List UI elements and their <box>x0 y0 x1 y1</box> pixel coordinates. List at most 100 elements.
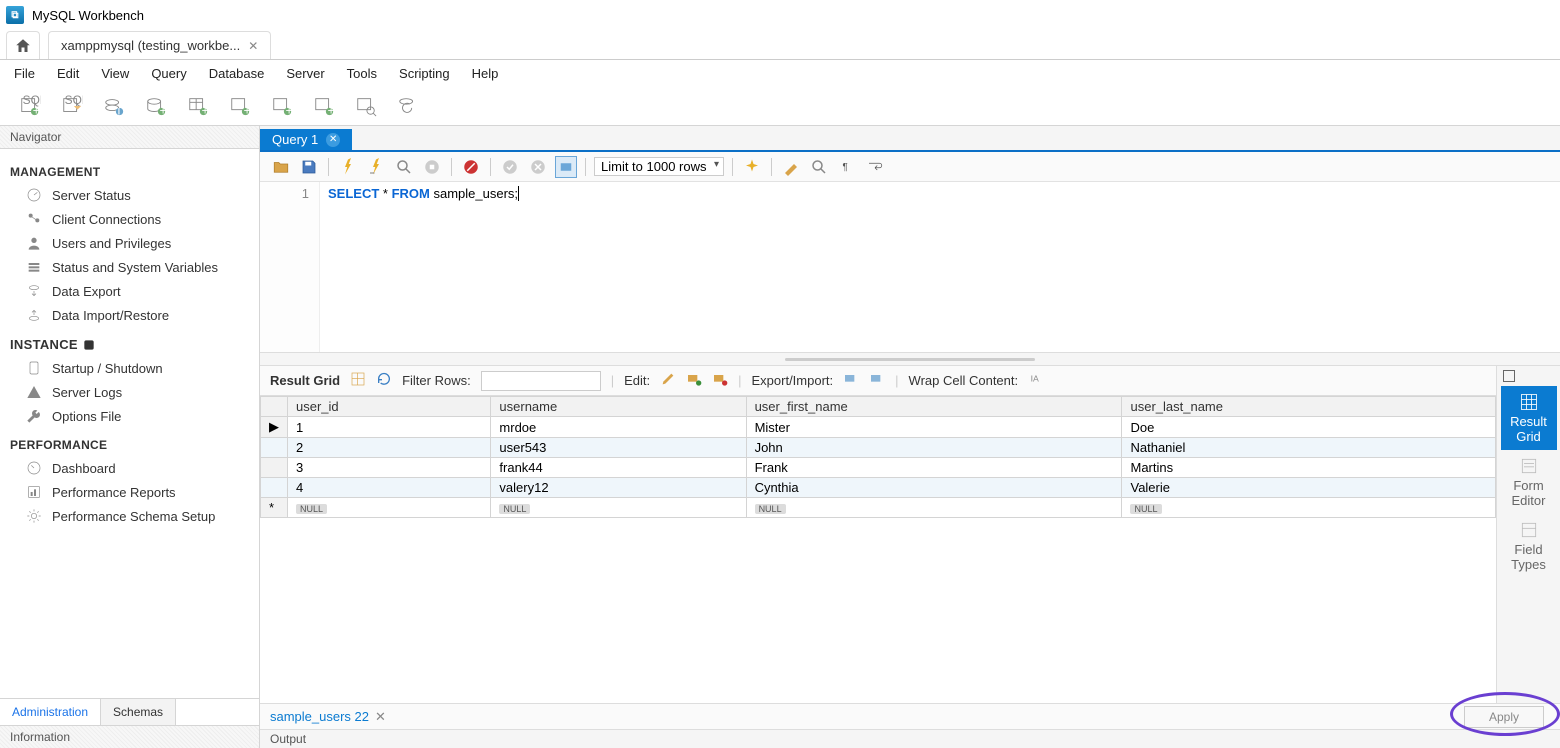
tab-administration[interactable]: Administration <box>0 699 101 725</box>
create-schema-button[interactable]: + <box>142 92 170 120</box>
create-function-button[interactable]: + <box>310 92 338 120</box>
nav-startup-shutdown[interactable]: Startup / Shutdown <box>10 356 249 380</box>
result-tab[interactable]: sample_users 22 ✕ <box>270 709 386 725</box>
menu-edit[interactable]: Edit <box>57 66 79 81</box>
open-file-button[interactable] <box>270 156 292 178</box>
search-table-button[interactable] <box>352 92 380 120</box>
nav-options-file[interactable]: Options File <box>10 404 249 428</box>
limit-rows-select[interactable]: Limit to 1000 rows <box>594 157 724 176</box>
close-icon[interactable]: ✕ <box>326 133 340 147</box>
nav-performance-reports[interactable]: Performance Reports <box>10 480 249 504</box>
nav-status-variables[interactable]: Status and System Variables <box>10 255 249 279</box>
filter-rows-input[interactable] <box>481 371 601 391</box>
wrap-label: Wrap Cell Content: <box>909 373 1019 388</box>
nav-data-import[interactable]: Data Import/Restore <box>10 303 249 327</box>
table-row[interactable]: 3frank44FrankMartins <box>261 458 1496 478</box>
instance-icon <box>82 338 96 352</box>
nav-dashboard[interactable]: Dashboard <box>10 456 249 480</box>
open-sql-button[interactable]: SQL <box>58 92 86 120</box>
save-button[interactable] <box>298 156 320 178</box>
tab-schemas[interactable]: Schemas <box>101 699 176 725</box>
edit-icon[interactable] <box>660 371 676 390</box>
menu-database[interactable]: Database <box>209 66 265 81</box>
nav-server-logs[interactable]: Server Logs <box>10 380 249 404</box>
edit-label: Edit: <box>624 373 650 388</box>
autocommit-button[interactable] <box>555 156 577 178</box>
toggle-invisible-button[interactable]: ¶ <box>836 156 858 178</box>
information-header: Information <box>0 725 259 748</box>
insert-row-icon[interactable] <box>686 371 702 390</box>
menu-help[interactable]: Help <box>472 66 499 81</box>
result-grid[interactable]: user_id username user_first_name user_la… <box>260 396 1496 518</box>
wrap-cell-icon[interactable]: IA <box>1028 371 1044 390</box>
wrap-button[interactable] <box>864 156 886 178</box>
user-icon <box>26 235 42 251</box>
export-icon[interactable] <box>843 371 859 390</box>
execute-button[interactable] <box>337 156 359 178</box>
table-row[interactable]: 2user543JohnNathaniel <box>261 438 1496 458</box>
export-label: Export/Import: <box>752 373 834 388</box>
grid-icon <box>350 371 366 390</box>
new-sql-tab-button[interactable]: SQL+ <box>16 92 44 120</box>
menu-query[interactable]: Query <box>151 66 186 81</box>
panel-toggle[interactable] <box>1503 370 1515 382</box>
connection-tab[interactable]: xamppmysql (testing_workbe... ✕ <box>48 31 271 59</box>
col-header[interactable]: user_id <box>288 397 491 417</box>
menu-scripting[interactable]: Scripting <box>399 66 450 81</box>
search-button[interactable] <box>808 156 830 178</box>
create-view-button[interactable]: + <box>226 92 254 120</box>
side-tab-form-editor[interactable]: Form Editor <box>1501 450 1557 514</box>
explain-button[interactable] <box>393 156 415 178</box>
splitter[interactable] <box>260 352 1560 366</box>
menu-file[interactable]: File <box>14 66 35 81</box>
nav-server-status[interactable]: Server Status <box>10 183 249 207</box>
menu-tools[interactable]: Tools <box>347 66 377 81</box>
col-header[interactable]: user_last_name <box>1122 397 1496 417</box>
menu-view[interactable]: View <box>101 66 129 81</box>
close-icon[interactable]: ✕ <box>375 709 386 725</box>
nav-label: Dashboard <box>52 461 116 476</box>
table-row[interactable]: 4valery12CynthiaValerie <box>261 478 1496 498</box>
stop-button[interactable] <box>421 156 443 178</box>
refresh-icon[interactable] <box>376 371 392 390</box>
menu-server[interactable]: Server <box>286 66 324 81</box>
col-header[interactable]: username <box>491 397 746 417</box>
nav-data-export[interactable]: Data Export <box>10 279 249 303</box>
execute-current-button[interactable] <box>365 156 387 178</box>
result-toolbar: Result Grid Filter Rows: | Edit: | Expor… <box>260 366 1496 396</box>
create-procedure-button[interactable]: + <box>268 92 296 120</box>
nav-users-privileges[interactable]: Users and Privileges <box>10 231 249 255</box>
nav-label: Performance Schema Setup <box>52 509 215 524</box>
query-tab[interactable]: Query 1 ✕ <box>260 129 352 150</box>
commit-button[interactable] <box>499 156 521 178</box>
find-button[interactable] <box>780 156 802 178</box>
delete-row-icon[interactable] <box>712 371 728 390</box>
nav-client-connections[interactable]: Client Connections <box>10 207 249 231</box>
no-limit-button[interactable] <box>460 156 482 178</box>
side-tab-field-types[interactable]: Field Types <box>1501 514 1557 578</box>
import-icon[interactable] <box>869 371 885 390</box>
side-tab-result-grid[interactable]: Result Grid <box>1501 386 1557 450</box>
nav-label: Client Connections <box>52 212 161 227</box>
home-icon <box>14 37 32 55</box>
form-icon <box>1516 456 1542 476</box>
nav-label: Users and Privileges <box>52 236 171 251</box>
reconnect-button[interactable] <box>394 92 422 120</box>
sql-editor[interactable]: 1 SELECT * FROM sample_users; <box>260 182 1560 352</box>
navigator-body: MANAGEMENT Server Status Client Connecti… <box>0 149 259 698</box>
col-header[interactable]: user_first_name <box>746 397 1122 417</box>
titlebar: ⧉ MySQL Workbench <box>0 0 1560 30</box>
inspector-button[interactable]: i <box>100 92 128 120</box>
table-row-new[interactable]: *NULLNULLNULLNULL <box>261 498 1496 518</box>
result-side-tabs: Result Grid Form Editor Field Types <box>1496 366 1560 703</box>
sql-toolbar: Limit to 1000 rows ¶ <box>260 152 1560 182</box>
nav-performance-schema[interactable]: Performance Schema Setup <box>10 504 249 528</box>
create-table-button[interactable]: + <box>184 92 212 120</box>
home-button[interactable] <box>6 31 40 59</box>
navigator-header: Navigator <box>0 126 259 149</box>
beautify-button[interactable] <box>741 156 763 178</box>
svg-text:+: + <box>202 103 209 117</box>
close-icon[interactable]: ✕ <box>248 39 258 53</box>
table-row[interactable]: ▶1mrdoeMisterDoe <box>261 417 1496 438</box>
rollback-button[interactable] <box>527 156 549 178</box>
